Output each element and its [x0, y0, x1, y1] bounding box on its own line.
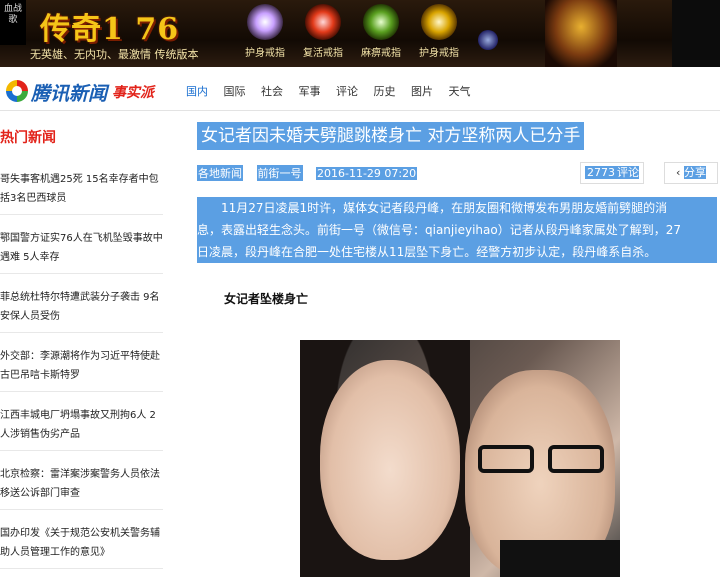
sidebar-title: 热门新闻 [0, 130, 56, 146]
comment-label: 评论 [617, 166, 639, 179]
ad-side-label: 血战 歌 [0, 0, 26, 45]
orb-icon [478, 30, 498, 50]
game-ad-banner[interactable]: 血战 歌 传奇1 76 无英雄、无内功、最激情 传统版本 护身戒指 复活戒指 麻… [0, 0, 720, 67]
nav-item-photos[interactable]: 图片 [411, 85, 433, 98]
ad-game-title: 传奇1 76 [40, 12, 180, 47]
comment-button[interactable]: 2773 评论 [580, 162, 644, 184]
nav-item-history[interactable]: 历史 [374, 85, 396, 98]
ad-item-label: 护身戒指 [419, 48, 459, 59]
ad-item-4: 护身戒指 [410, 4, 468, 64]
article-photo [300, 340, 620, 577]
article-lead: 11月27日凌晨1时许，媒体女记者段丹峰，在朋友圈和微博发布男朋友婚前劈腿的消 … [197, 197, 717, 263]
ad-item-3: 麻痹戒指 [352, 4, 410, 64]
channel-nav: 国内 国际 社会 军事 评论 历史 图片 天气 [186, 83, 483, 99]
article-subheading: 女记者坠楼身亡 [224, 292, 309, 306]
nav-item-military[interactable]: 军事 [299, 85, 321, 98]
list-item[interactable]: 北京检察：雷洋案涉案警务人员依法移送公诉部门审查 [0, 465, 163, 510]
lead-line: 日凌晨，段丹峰在合肥一处住宅楼从11层坠下身亡。经警方初步认定，段丹峰系自杀。 [197, 241, 717, 263]
ad-item-1: 护身戒指 [236, 4, 294, 64]
list-item[interactable]: 国办印发《关于规范公安机关警务辅助人员管理工作的意见》 [0, 524, 163, 569]
ring-icon [363, 4, 399, 40]
article-meta: 各地新闻 前街一号 2016-11-29 07:20 [197, 165, 427, 181]
ad-corner [672, 0, 720, 67]
photo-shirt [500, 540, 620, 577]
ad-item-2: 复活戒指 [294, 4, 352, 64]
glasses-icon [478, 445, 608, 473]
site-logo-tag[interactable]: 事实派 [112, 82, 154, 102]
share-icon: ‹ [676, 166, 681, 179]
hot-news-sidebar: 热门新闻 哥失事客机遇25死 15名幸存者中包括3名巴西球员 鄂国警方证实76人… [0, 111, 165, 577]
comment-count: 2773 [585, 166, 617, 179]
share-label: 分享 [683, 166, 706, 179]
nav-item-society[interactable]: 社会 [261, 85, 283, 98]
nav-item-domestic[interactable]: 国内 [186, 85, 208, 98]
nav-item-opinion[interactable]: 评论 [336, 85, 358, 98]
photo-face-woman [320, 360, 460, 560]
list-item[interactable]: 哥失事客机遇25死 15名幸存者中包括3名巴西球员 [0, 170, 163, 215]
list-item[interactable]: 鄂国警方证实76人在飞机坠毁事故中遇难 5人幸存 [0, 229, 163, 274]
article-author[interactable]: 前街一号 [256, 165, 303, 181]
nav-item-weather[interactable]: 天气 [449, 85, 471, 98]
site-logo-text[interactable]: 腾讯新闻 [31, 79, 107, 106]
share-button[interactable]: ‹ 分享 [664, 162, 718, 184]
tencent-logo-icon[interactable] [6, 80, 28, 102]
nav-item-international[interactable]: 国际 [224, 85, 246, 98]
lead-line: 11月27日凌晨1时许，媒体女记者段丹峰，在朋友圈和微博发布男朋友婚前劈腿的消 [197, 197, 717, 219]
article-datetime: 2016-11-29 07:20 [316, 167, 418, 180]
ring-icon [421, 4, 457, 40]
ad-item-label: 麻痹戒指 [361, 48, 401, 59]
ring-icon [305, 4, 341, 40]
list-item[interactable]: 外交部：李源潮将作为习近平特使赴古巴吊唁卡斯特罗 [0, 347, 163, 392]
list-item[interactable]: 江西丰城电厂坍塌事故又刑拘6人 2人涉销售伪劣产品 [0, 406, 163, 451]
ad-item-label: 护身戒指 [245, 48, 285, 59]
warrior-image [545, 0, 617, 67]
site-header: 腾讯新闻 事实派 国内 国际 社会 军事 评论 历史 图片 天气 [0, 67, 720, 111]
ring-icon [247, 4, 283, 40]
ad-item-label: 复活戒指 [303, 48, 343, 59]
ad-slogan: 无英雄、无内功、最激情 传统版本 [30, 48, 199, 61]
list-item[interactable]: 菲总统杜特尔特遭武装分子袭击 9名安保人员受伤 [0, 288, 163, 333]
lead-line: 息，表露出轻生念头。前街一号（微信号：qianjieyihao）记者从段丹峰家属… [197, 219, 717, 241]
article-source[interactable]: 各地新闻 [197, 165, 243, 181]
article-title: 女记者因未婚夫劈腿跳楼身亡 对方坚称两人已分手 [197, 122, 585, 150]
